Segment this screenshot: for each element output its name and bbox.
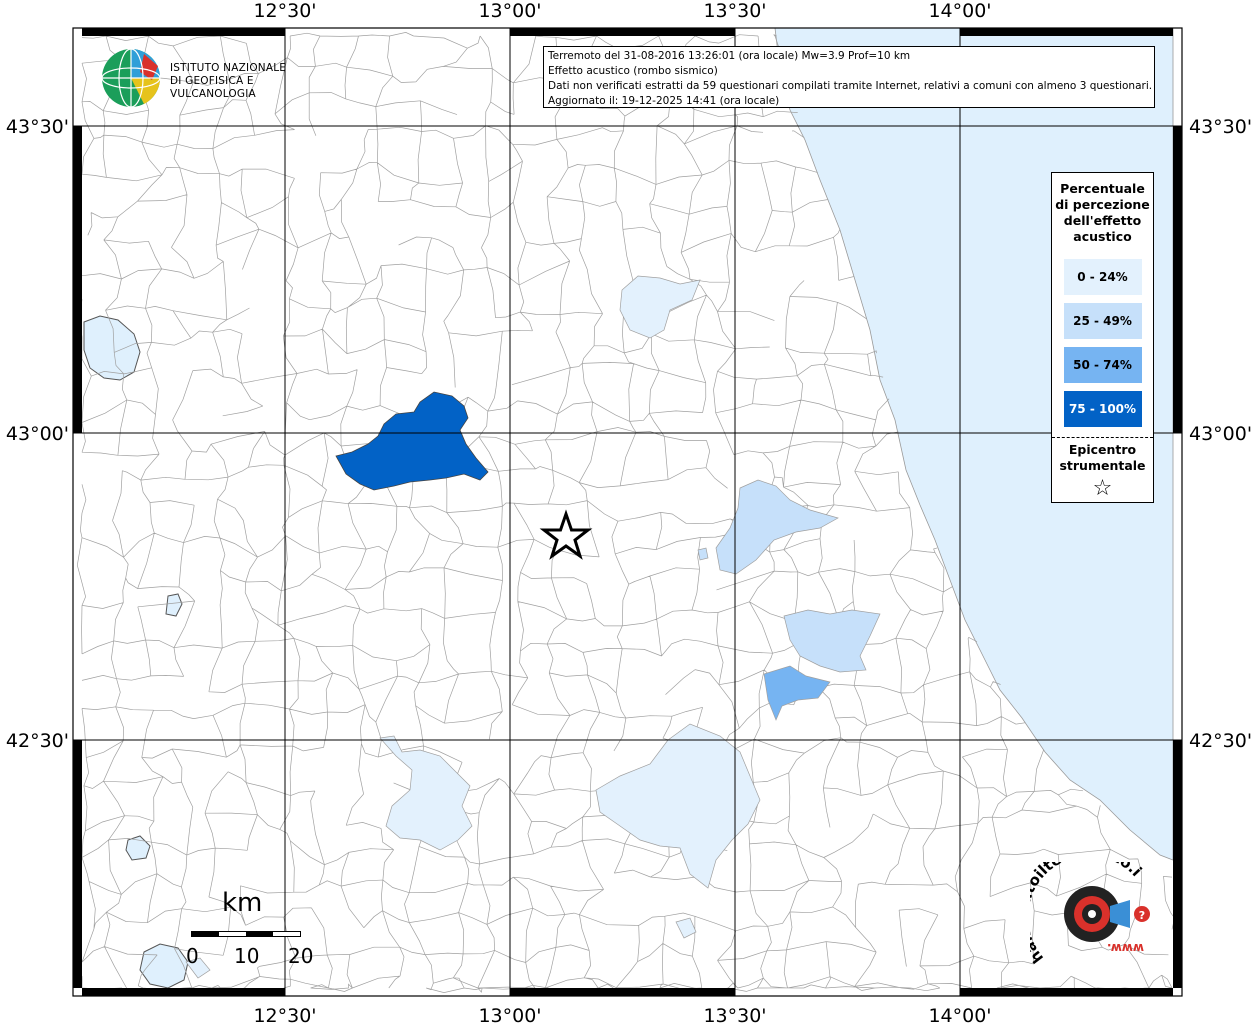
legend-class-50-74: 50 - 74% [1063, 347, 1142, 383]
top-tick-1: 13°00' [478, 0, 541, 22]
scale-bar-graphic [191, 931, 301, 937]
event-title: Terremoto del 31-08-2016 13:26:01 (ora l… [548, 50, 911, 62]
svg-text:?: ? [1139, 909, 1145, 922]
legend-separator [1052, 437, 1153, 438]
bottom-tick-1: 13°00' [478, 1005, 541, 1024]
top-tick-0: 12°30' [253, 0, 316, 22]
globe-icon [101, 48, 161, 108]
legend-epicenter-label: Epicentro strumentale [1052, 442, 1153, 474]
bottom-tick-0: 12°30' [253, 1005, 316, 1024]
data-note: Dati non verificati estratti da 59 quest… [548, 80, 1153, 92]
legend-class-25-49: 25 - 49% [1063, 303, 1142, 339]
top-tick-3: 14°00' [928, 0, 991, 22]
left-tick-2: 42°30' [6, 730, 69, 752]
top-tick-2: 13°30' [703, 0, 766, 22]
right-tick-0: 43°30' [1189, 116, 1252, 138]
institute-line-2: DI GEOFISICA E VULCANOLOGIA [170, 75, 256, 100]
scale-bar: km 0 10 20 [186, 888, 326, 978]
ingv-logo: ISTITUTO NAZIONALE DI GEOFISICA E VULCAN… [100, 46, 320, 110]
scale-label-10: 10 [234, 944, 260, 968]
bottom-tick-3: 14°00' [928, 1005, 991, 1024]
bottom-tick-2: 13°30' [703, 1005, 766, 1024]
scale-label-0: 0 [186, 944, 199, 968]
right-tick-labels: 43°30' 43°00' 42°30' [1189, 116, 1252, 752]
legend-star-icon: ☆ [1092, 476, 1113, 501]
area-25-49-tiny[interactable] [697, 547, 709, 561]
event-info-box: Terremoto del 31-08-2016 13:26:01 (ora l… [543, 46, 1155, 108]
legend: Percentuale di percezione dell'effetto a… [1051, 172, 1154, 503]
haisentito-logo-icon: haisentitoilterremoto.it ? www. [1014, 842, 1150, 967]
effect-type: Effetto acustico (rombo sismico) [548, 65, 718, 77]
top-tick-labels: 12°30' 13°00' 13°30' 14°00' [253, 0, 991, 22]
legend-class-75-100: 75 - 100% [1063, 391, 1142, 427]
right-tick-1: 43°00' [1189, 423, 1252, 445]
institute-line-1: ISTITUTO NAZIONALE [170, 62, 287, 74]
haisentito-badge[interactable]: haisentitoilterremoto.it ? www. [1014, 842, 1170, 977]
legend-title-line-1: Percentuale [1060, 181, 1145, 196]
left-tick-0: 43°30' [6, 116, 69, 138]
left-tick-labels: 43°30' 43°00' 42°30' [6, 116, 69, 752]
legend-title-line-4: acustico [1073, 229, 1132, 244]
legend-title-line-3: dell'effetto [1063, 213, 1142, 228]
right-tick-2: 42°30' [1189, 730, 1252, 752]
legend-class-0-24: 0 - 24% [1063, 259, 1142, 295]
legend-epicenter-line-2: strumentale [1059, 458, 1146, 473]
left-tick-1: 43°00' [6, 423, 69, 445]
legend-title: Percentuale di percezione dell'effetto a… [1052, 181, 1153, 245]
scale-unit: km [222, 888, 263, 918]
badge-www: www. [1107, 941, 1144, 955]
update-time: Aggiornato il: 19-12-2025 14:41 (ora loc… [548, 95, 780, 107]
legend-epicenter-line-1: Epicentro [1068, 442, 1137, 457]
scale-label-20: 20 [288, 944, 314, 968]
bottom-tick-labels: 12°30' 13°00' 13°30' 14°00' [253, 1005, 991, 1024]
legend-title-line-2: di percezione [1055, 197, 1150, 212]
